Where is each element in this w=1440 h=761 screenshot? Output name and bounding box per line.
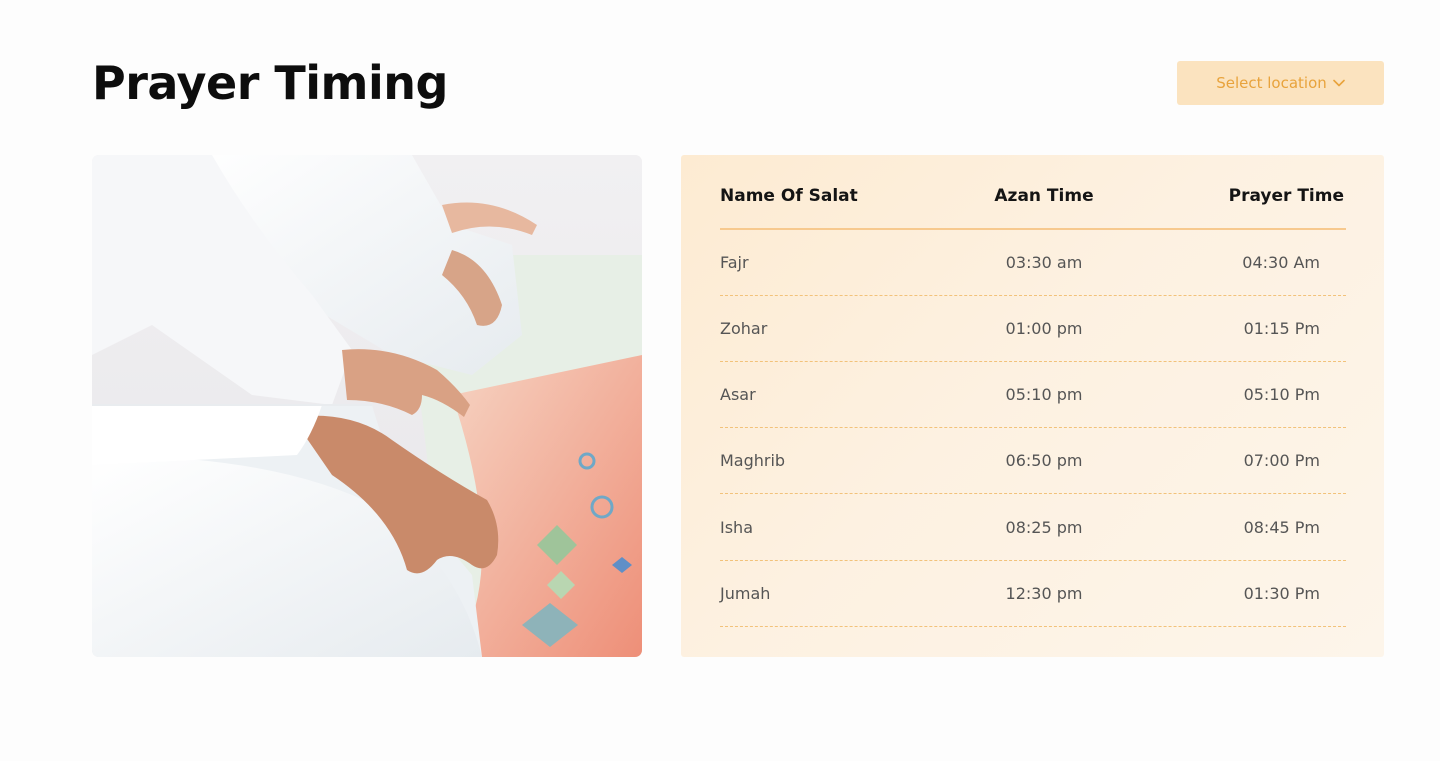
page-title: Prayer Timing	[92, 56, 448, 110]
table-row: Fajr 03:30 am 04:30 Am	[720, 230, 1346, 296]
select-location-label: Select location	[1216, 74, 1327, 92]
prayer-time: 07:00 Pm	[1243, 451, 1320, 470]
azan-time: 12:30 pm	[1005, 584, 1083, 603]
salat-name: Maghrib	[720, 451, 786, 470]
table-row: Isha 08:25 pm 08:45 Pm	[720, 495, 1346, 561]
table-row: Zohar 01:00 pm 01:15 Pm	[720, 296, 1346, 362]
chevron-down-icon	[1332, 79, 1345, 87]
select-location-button[interactable]: Select location	[1177, 61, 1384, 105]
salat-name: Isha	[720, 518, 753, 537]
azan-time: 06:50 pm	[1005, 451, 1083, 470]
azan-time: 01:00 pm	[1005, 319, 1083, 338]
table-row: Jumah 12:30 pm 01:30 Pm	[720, 561, 1346, 627]
header-name-of-salat: Name Of Salat	[720, 186, 858, 206]
prayer-time: 05:10 Pm	[1243, 385, 1320, 404]
salat-name: Fajr	[720, 253, 749, 272]
azan-time: 05:10 pm	[1005, 385, 1083, 404]
salat-name: Asar	[720, 385, 756, 404]
azan-time: 03:30 am	[1005, 253, 1083, 272]
prayer-time: 01:30 Pm	[1243, 584, 1320, 603]
prayer-time: 08:45 Pm	[1243, 518, 1320, 537]
header-prayer-time: Prayer Time	[1228, 186, 1344, 206]
azan-time: 08:25 pm	[1005, 518, 1083, 537]
prayer-photo	[92, 155, 642, 657]
prayer-time: 01:15 Pm	[1243, 319, 1320, 338]
header-azan-time: Azan Time	[994, 186, 1094, 206]
table-row: Maghrib 06:50 pm 07:00 Pm	[720, 428, 1346, 494]
table-row: Asar 05:10 pm 05:10 Pm	[720, 362, 1346, 428]
praying-people-illustration	[92, 155, 642, 657]
prayer-times-table: Name Of Salat Azan Time Prayer Time Fajr…	[681, 155, 1384, 657]
salat-name: Zohar	[720, 319, 768, 338]
prayer-time: 04:30 Am	[1242, 253, 1320, 272]
table-header: Name Of Salat Azan Time Prayer Time	[720, 186, 1346, 230]
prayer-timing-section: Prayer Timing Select location Name Of Sa…	[0, 0, 1440, 761]
salat-name: Jumah	[720, 584, 771, 603]
